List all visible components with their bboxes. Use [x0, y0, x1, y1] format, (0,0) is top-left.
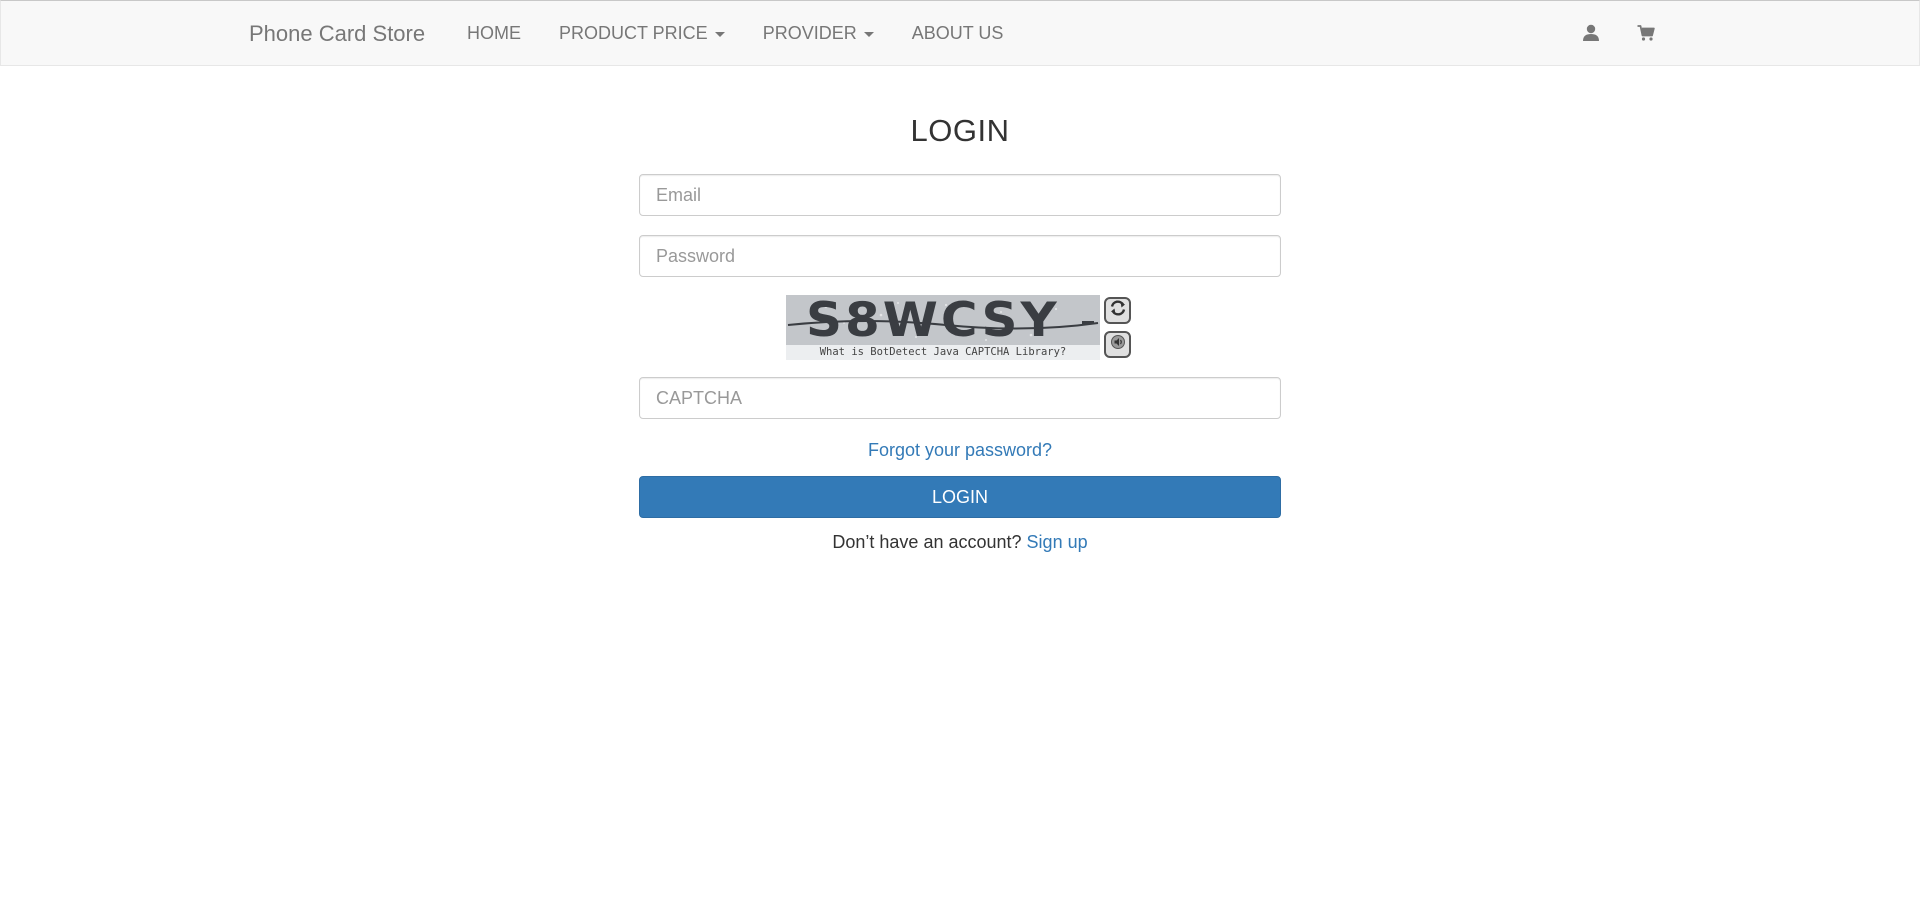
nav-item-product-price[interactable]: PRODUCT PRICE [559, 23, 725, 44]
forgot-password-label[interactable]: Forgot your password? [868, 440, 1052, 460]
navbar: Phone Card Store HOME PRODUCT PRICE PROV… [0, 0, 1920, 66]
nav-item-label: PRODUCT PRICE [559, 22, 708, 43]
nav-item-label: PROVIDER [762, 22, 857, 43]
login-button[interactable]: LOGIN [639, 476, 1281, 518]
brand-link[interactable]: Phone Card Store [249, 21, 425, 47]
password-field[interactable] [639, 235, 1281, 277]
captcha-field[interactable] [639, 377, 1281, 419]
signup-prompt-text: Don’t have an account? [832, 532, 1022, 552]
reload-icon [1109, 299, 1127, 322]
nav-links: HOME PRODUCT PRICE PROVIDER ABOUT US [467, 1, 1041, 65]
nav-item-provider[interactable]: PROVIDER [763, 23, 874, 44]
email-field[interactable] [639, 174, 1281, 216]
nav-right [1547, 1, 1657, 65]
captcha-code: S8WCSY [806, 295, 1060, 345]
shopping-cart-icon[interactable] [1635, 22, 1657, 44]
captcha-image-block: S8WCSY What is BotDetect Java CAPTCHA Li… [786, 295, 1100, 360]
caret-down-icon [714, 31, 725, 37]
forgot-password-link: Forgot your password? [0, 440, 1920, 461]
page-title: LOGIN [910, 113, 1010, 148]
caret-down-icon [863, 31, 874, 37]
captcha-reload-button[interactable] [1104, 297, 1131, 324]
sound-icon [1109, 333, 1127, 356]
nav-item-home[interactable]: HOME [467, 23, 521, 44]
captcha-sound-button[interactable] [1104, 331, 1131, 358]
nav-item-label: ABOUT US [911, 22, 1004, 43]
captcha-help-link[interactable]: What is BotDetect Java CAPTCHA Library? [786, 345, 1100, 360]
nav-item-label: HOME [467, 22, 521, 43]
user-icon[interactable] [1580, 22, 1602, 44]
captcha-image: S8WCSY [786, 295, 1100, 345]
nav-item-about-us[interactable]: ABOUT US [912, 23, 1004, 44]
signup-link[interactable]: Sign up [1027, 532, 1088, 552]
signup-prompt: Don’t have an account? Sign up [0, 532, 1920, 553]
